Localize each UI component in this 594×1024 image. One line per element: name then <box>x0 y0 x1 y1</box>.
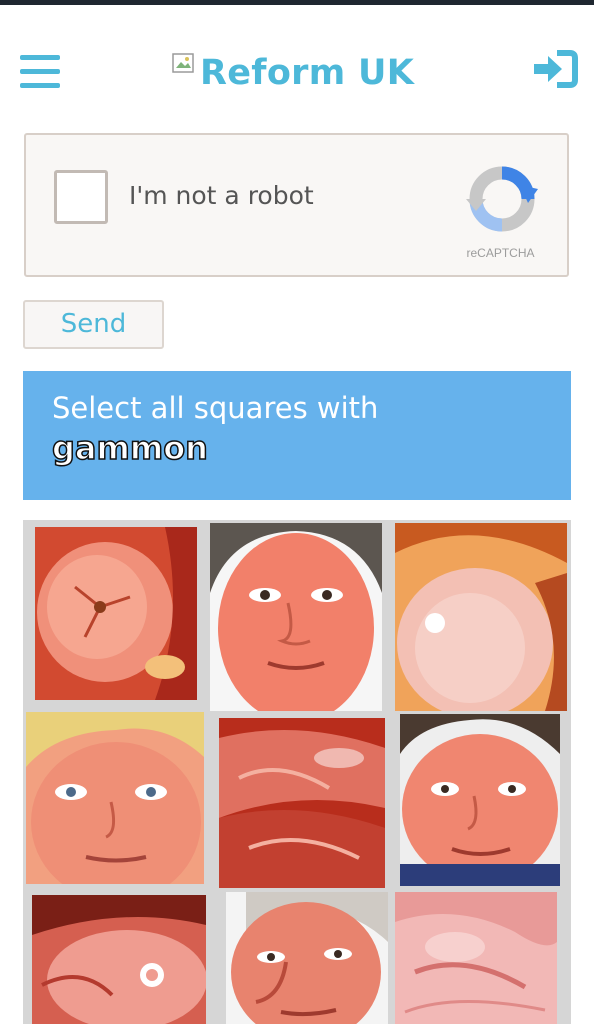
tile-9-gammon[interactable] <box>395 892 557 1024</box>
challenge-target-word: gammon <box>51 428 208 468</box>
tile-3-gammon[interactable] <box>395 523 567 711</box>
not-a-robot-checkbox[interactable] <box>54 170 108 224</box>
tile-6-face[interactable] <box>400 714 560 886</box>
challenge-instruction: Select all squares with <box>52 391 379 425</box>
sign-in-icon[interactable] <box>532 49 578 89</box>
recaptcha-label: I'm not a robot <box>129 181 314 210</box>
tile-1-gammon[interactable] <box>35 527 197 700</box>
site-logo[interactable]: Reform UK <box>172 48 414 98</box>
recaptcha-logo-icon <box>466 166 538 232</box>
tile-4-face[interactable] <box>26 712 204 884</box>
tile-8-face[interactable] <box>226 892 388 1024</box>
site-header: Reform UK <box>0 5 594 123</box>
tile-2-face[interactable] <box>210 523 382 711</box>
broken-image-icon <box>172 53 194 73</box>
tile-7-gammon[interactable] <box>32 895 206 1024</box>
hamburger-menu-icon[interactable] <box>20 55 60 89</box>
send-button[interactable]: Send <box>23 300 164 349</box>
captcha-tile-grid <box>23 520 571 1024</box>
recaptcha-brand: reCAPTCHA <box>466 246 535 260</box>
tile-5-gammon[interactable] <box>219 718 385 888</box>
recaptcha-widget: I'm not a robot reCAPTCHA <box>24 133 569 277</box>
challenge-header: Select all squares with gammon <box>23 371 571 500</box>
logo-text: Reform UK <box>200 53 415 93</box>
